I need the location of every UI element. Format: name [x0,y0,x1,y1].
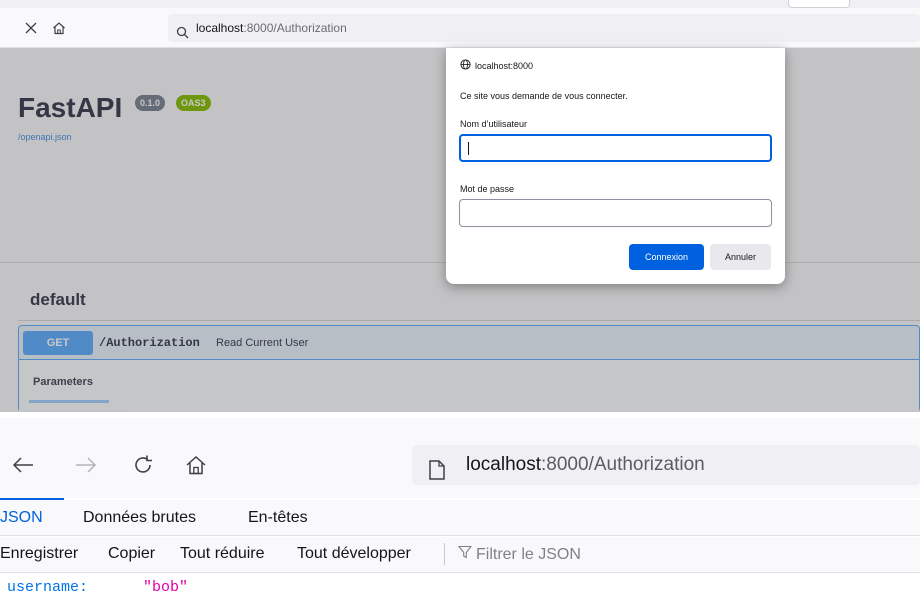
screenshot-composite: localhost:8000/Authorization FastAPI 0.1… [0,0,920,605]
url-bar[interactable]: localhost:8000/Authorization [412,445,920,485]
dialog-message: Ce site vous demande de vous connecter. [460,91,628,101]
origin-text: localhost:8000 [475,60,534,71]
url-host: localhost [196,21,244,35]
collapse-all-button[interactable]: Tout réduire [180,545,265,563]
dialog-origin: localhost:8000 [460,59,533,72]
tab-raw-data[interactable]: Données brutes [83,509,196,527]
auth-dialog: localhost:8000 Ce site vous demande de v… [446,48,785,284]
text-caret [468,142,469,155]
password-label: Mot de passe [460,184,515,194]
username-label: Nom d’utilisateur [460,119,528,129]
close-icon[interactable] [20,17,42,39]
bottom-browser-window: localhost:8000/Authorization JSON Donnée… [0,418,920,605]
expand-all-button[interactable]: Tout développer [297,545,411,563]
home-icon[interactable] [183,452,209,478]
navigation-bar: localhost:8000/Authorization [0,8,920,48]
navigation-bar: localhost:8000/Authorization [0,418,920,498]
toolbar-separator [444,543,445,565]
tab-edge [788,0,850,8]
home-icon[interactable] [48,17,70,39]
filter-placeholder: Filtrer le JSON [476,545,581,563]
tab-headers[interactable]: En-têtes [248,509,308,527]
url-bar[interactable]: localhost:8000/Authorization [168,14,920,42]
copy-button[interactable]: Copier [108,545,155,563]
url-path: :8000/Authorization [541,454,705,475]
back-icon[interactable] [10,452,36,478]
filter-icon [457,545,473,564]
top-browser-window: localhost:8000/Authorization FastAPI 0.1… [0,0,920,412]
json-key: username: [7,579,89,596]
connect-button[interactable]: Connexion [629,244,704,270]
filter-input[interactable]: Filtrer le JSON [457,545,581,564]
json-viewer-tabs: JSON Données brutes En-têtes [0,500,920,536]
url-host: localhost [466,454,541,475]
url-path: :8000/Authorization [243,21,347,35]
search-icon [176,21,189,49]
password-input[interactable] [459,199,772,227]
json-row: username: "bob" [0,575,920,601]
username-input[interactable] [459,134,772,162]
tab-json[interactable]: JSON [0,509,43,527]
reload-icon[interactable] [130,452,156,478]
cancel-button[interactable]: Annuler [710,244,771,270]
save-button[interactable]: Enregistrer [0,545,78,563]
json-value: "bob" [143,579,189,596]
json-toolbar: Enregistrer Copier Tout réduire Tout dév… [0,537,920,573]
tab-strip [0,0,920,8]
page-icon [428,455,446,495]
globe-icon [460,59,471,72]
forward-icon[interactable] [73,452,99,478]
